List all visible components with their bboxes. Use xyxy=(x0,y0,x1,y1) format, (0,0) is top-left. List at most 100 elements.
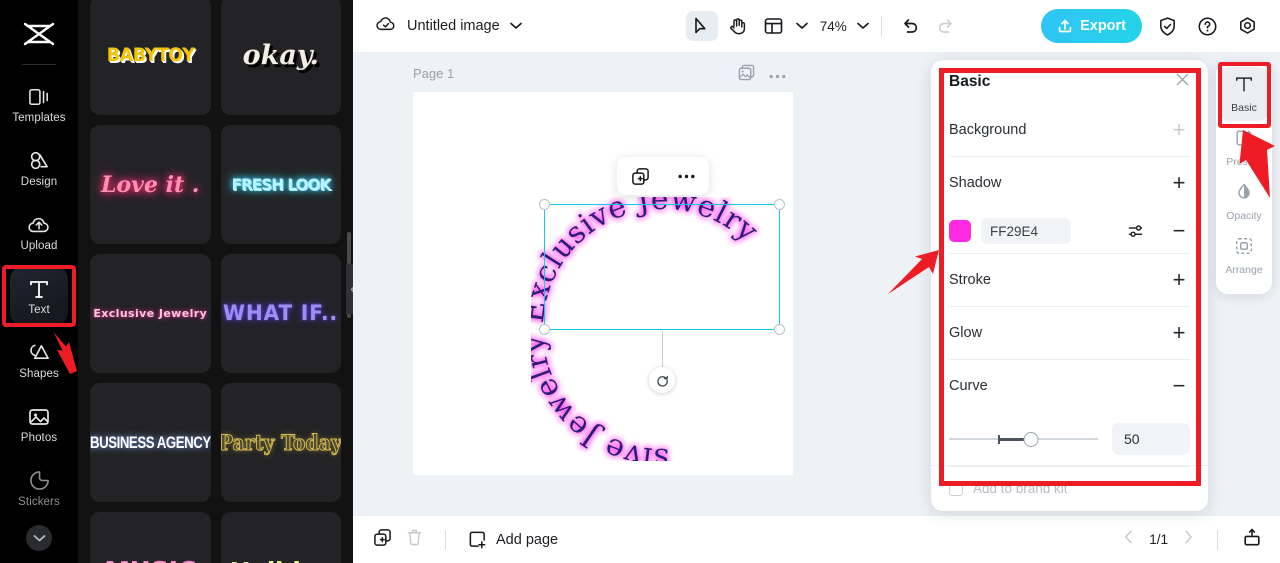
template-card[interactable]: MUSIC xyxy=(90,512,211,563)
more-dots-icon[interactable] xyxy=(769,66,786,84)
basic-properties-panel: Basic Background + Shadow + FF29E4 − Str… xyxy=(931,60,1208,511)
add-background-button[interactable]: + xyxy=(1168,119,1190,141)
background-row[interactable]: Background + xyxy=(949,104,1190,156)
trash-icon[interactable] xyxy=(406,528,423,552)
template-label: Holiday xyxy=(230,559,333,563)
more-dots-icon[interactable] xyxy=(678,174,695,179)
brand-kit-checkbox[interactable] xyxy=(949,481,963,496)
shadow-color-swatch[interactable] xyxy=(949,220,971,242)
properties-content: Basic Background + Shadow + FF29E4 − Str… xyxy=(931,60,1208,467)
page-indicator: 1/1 xyxy=(1149,532,1168,547)
sidebar-item-stickers[interactable]: Stickers xyxy=(10,459,68,517)
sidebar-item-text[interactable]: Text xyxy=(10,267,68,325)
template-card[interactable]: WHAT IF.. xyxy=(220,254,341,373)
question-circle-icon[interactable] xyxy=(1192,11,1222,41)
hand-tool-button[interactable] xyxy=(722,11,754,41)
add-glow-button[interactable]: + xyxy=(1168,322,1190,344)
next-page-button[interactable] xyxy=(1184,530,1193,549)
rail-divider xyxy=(22,64,56,65)
photos-icon xyxy=(28,405,50,429)
export-button[interactable]: Export xyxy=(1041,9,1142,43)
expand-more-button[interactable] xyxy=(26,525,52,551)
duplicate-page-icon[interactable] xyxy=(373,528,392,552)
topbar-right-group: Export xyxy=(1041,9,1280,43)
close-icon xyxy=(1176,73,1189,86)
layout-tool-button[interactable] xyxy=(758,11,790,41)
template-card[interactable]: Exclusive Jewelry xyxy=(90,254,211,373)
add-page-icon xyxy=(469,531,486,549)
rotate-handle[interactable] xyxy=(649,367,675,393)
resize-handle-bottom-left[interactable] xyxy=(539,324,550,335)
undo-button[interactable] xyxy=(894,11,926,41)
slider-thumb[interactable] xyxy=(1023,431,1039,447)
app-logo[interactable] xyxy=(0,8,78,60)
zoom-caret-icon[interactable] xyxy=(856,17,869,35)
shadow-hex-input[interactable]: FF29E4 xyxy=(981,218,1071,244)
undo-arrow-icon xyxy=(903,19,917,33)
panel-title: Basic xyxy=(949,73,991,90)
curve-row[interactable]: Curve − xyxy=(949,360,1190,412)
rail-item-arrange[interactable]: Arrange xyxy=(1220,229,1268,283)
template-label: Party Today xyxy=(220,430,342,455)
share-up-icon xyxy=(1058,19,1072,33)
template-label: MUSIC xyxy=(104,559,196,563)
stroke-row[interactable]: Stroke + xyxy=(949,254,1190,306)
shield-check-icon[interactable] xyxy=(1152,11,1182,41)
select-tool-button[interactable] xyxy=(685,11,718,41)
add-stroke-button[interactable]: + xyxy=(1168,269,1190,291)
resize-handle-bottom-right[interactable] xyxy=(774,324,785,335)
template-card[interactable]: okay. xyxy=(220,0,341,115)
resize-handle-top-right[interactable] xyxy=(774,199,785,210)
remove-curve-button[interactable]: − xyxy=(1168,375,1190,397)
element-floating-toolbar xyxy=(617,157,709,195)
template-card[interactable]: FRESH LOOK xyxy=(220,125,341,244)
page-canvas[interactable]: Exclusive Jewelry Exclusive Jewelry xyxy=(413,92,793,475)
chevron-left-icon xyxy=(1125,530,1133,544)
rail-item-opacity[interactable]: Opacity xyxy=(1220,175,1268,229)
sidebar-item-shapes[interactable]: Shapes xyxy=(10,331,68,389)
bottombar-left-group: Add page xyxy=(353,528,558,552)
shadow-row[interactable]: Shadow + xyxy=(949,157,1190,209)
curve-value-input[interactable]: 50 xyxy=(1112,423,1190,455)
image-layer-icon[interactable] xyxy=(738,64,755,86)
template-card[interactable]: Love it . xyxy=(90,125,211,244)
rail-item-basic[interactable]: Basic xyxy=(1220,67,1268,121)
topbar-tools-group: 74% xyxy=(685,11,962,41)
redo-button[interactable] xyxy=(930,11,962,41)
rail-item-label: Presets xyxy=(1226,156,1262,168)
add-to-brand-kit-row[interactable]: Add to brand kit xyxy=(931,465,1208,511)
glow-row[interactable]: Glow + xyxy=(949,307,1190,359)
template-label: FRESH LOOK xyxy=(231,174,331,194)
present-button[interactable] xyxy=(1242,528,1262,552)
layout-caret-icon[interactable] xyxy=(795,17,808,35)
curve-slider[interactable] xyxy=(949,429,1098,449)
prev-page-button[interactable] xyxy=(1124,530,1133,549)
template-label: BABYTOY xyxy=(106,44,195,66)
sidebar-item-photos[interactable]: Photos xyxy=(10,395,68,453)
hand-icon xyxy=(729,17,745,34)
gear-hex-icon[interactable] xyxy=(1232,11,1262,41)
document-title[interactable]: Untitled image xyxy=(407,18,500,34)
add-shadow-button[interactable]: + xyxy=(1168,172,1190,194)
close-button[interactable] xyxy=(1175,72,1190,92)
cloud-saved-icon[interactable] xyxy=(375,15,397,38)
zoom-level-value[interactable]: 74% xyxy=(820,19,847,34)
opacity-drop-icon xyxy=(1234,182,1254,207)
duplicate-plus-icon[interactable] xyxy=(631,167,650,186)
template-card[interactable]: BABYTOY xyxy=(90,0,211,115)
sliders-icon xyxy=(1128,225,1143,237)
sidebar-item-design[interactable]: Design xyxy=(10,139,68,197)
rail-item-presets[interactable]: Presets xyxy=(1220,121,1268,175)
template-card[interactable]: Holiday xyxy=(220,512,341,563)
sidebar-item-templates[interactable]: Templates xyxy=(10,75,68,133)
resize-handle-top-left[interactable] xyxy=(539,199,550,210)
add-page-button[interactable]: Add page xyxy=(468,530,558,549)
remove-shadow-button[interactable]: − xyxy=(1168,220,1190,242)
template-card[interactable]: Party Today xyxy=(220,383,342,502)
selection-bounding-box[interactable] xyxy=(539,199,785,393)
template-card[interactable]: BUSINESS AGENCY xyxy=(90,383,211,502)
shadow-settings-button[interactable] xyxy=(1128,223,1146,239)
chevron-down-icon[interactable] xyxy=(509,17,522,35)
rail-item-label: Arrange xyxy=(1225,264,1263,276)
sidebar-item-upload[interactable]: Upload xyxy=(10,203,68,261)
